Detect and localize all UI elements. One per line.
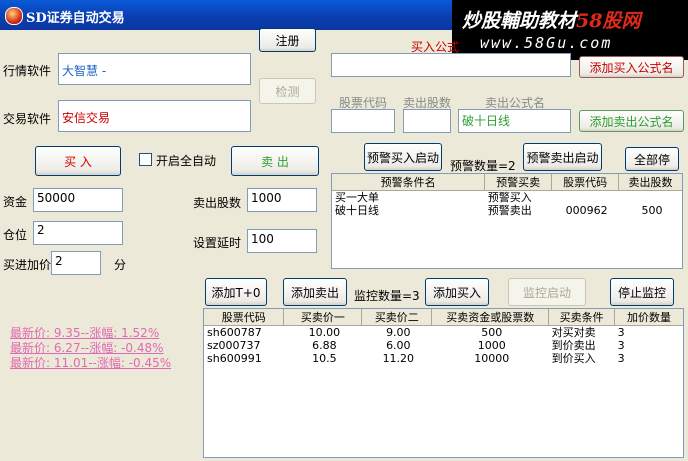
trade-software-field[interactable]: 安信交易 xyxy=(58,100,251,132)
capital-field[interactable]: 50000 xyxy=(33,188,123,212)
monitor-cell-condition: 到价买入 xyxy=(551,352,596,365)
add-sell-formula-button[interactable]: 添加卖出公式名 xyxy=(579,110,684,132)
monitor-cell-markup: 3 xyxy=(617,352,625,365)
monitor-start-button[interactable]: 监控启动 xyxy=(508,278,586,306)
monitor-header-code[interactable]: 股票代码 xyxy=(204,309,285,326)
warn-header-type[interactable]: 预警买卖 xyxy=(484,174,553,191)
watermark-text-b: 58股网 xyxy=(576,10,641,32)
warn-header-code[interactable]: 股票代码 xyxy=(551,174,620,191)
sell-shares-field[interactable]: 1000 xyxy=(247,188,317,212)
stop-monitor-button[interactable]: 停止监控 xyxy=(610,278,674,306)
warn-sell-start-button[interactable]: 预警卖出启动 xyxy=(523,143,602,171)
monitor-cell-condition: 对买对卖 xyxy=(551,326,596,339)
monitor-cell-amount: 500 xyxy=(481,326,503,339)
delay-field[interactable]: 100 xyxy=(247,229,317,253)
table-row[interactable]: sh600991 10.5 11.20 10000 到价买入 3 xyxy=(204,352,683,365)
app-icon xyxy=(5,7,23,25)
stock-code-field[interactable] xyxy=(331,109,395,133)
monitor-cell-code: sh600787 xyxy=(207,326,262,339)
watermark-line2: www.58Gu.com xyxy=(480,34,613,52)
buy-markup-label: 买进加价 xyxy=(3,258,52,272)
buy-button[interactable]: 买 入 xyxy=(35,146,121,176)
delay-label: 设置延时 xyxy=(193,236,242,250)
unit-fen-label: 分 xyxy=(114,258,127,272)
position-label: 仓位 xyxy=(3,228,28,242)
window-title: SD证券自动交易 xyxy=(26,11,125,26)
warn-cell-shares xyxy=(619,191,682,205)
table-row[interactable]: 破十日线 预警卖出 000962 500 xyxy=(332,204,682,217)
buy-markup-field[interactable]: 2 xyxy=(51,251,101,275)
warn-cell-shares: 500 xyxy=(641,204,663,217)
sell-button[interactable]: 卖 出 xyxy=(231,146,319,176)
monitor-cell-amount: 1000 xyxy=(477,339,506,352)
warn-cell-condition: 买一大单 xyxy=(335,191,379,204)
auto-start-label: 开启全自动 xyxy=(156,154,217,168)
quote-software-label: 行情软件 xyxy=(3,64,52,78)
warn-cell-code xyxy=(552,191,619,205)
add-t0-button[interactable]: 添加T+0 xyxy=(205,278,267,306)
warn-header-condition[interactable]: 预警条件名 xyxy=(332,174,486,191)
monitor-cell-price2: 9.00 xyxy=(386,326,411,339)
watermark-logo: 炒股輔助教材58股网 www.58Gu.com xyxy=(452,0,688,60)
monitor-cell-condition: 到价卖出 xyxy=(551,339,596,352)
table-row[interactable]: 买一大单 预警买入 xyxy=(332,191,682,205)
warn-buy-start-button[interactable]: 预警买入启动 xyxy=(364,143,442,171)
monitor-table[interactable]: 股票代码 买卖价一 买卖价二 买卖资金或股票数 买卖条件 加价数量 sh6007… xyxy=(203,308,684,458)
monitor-cell-price1: 10.5 xyxy=(312,352,337,365)
monitor-header-markup[interactable]: 加价数量 xyxy=(614,309,683,326)
monitor-count-label: 监控数量=3 xyxy=(354,289,420,303)
monitor-cell-markup: 3 xyxy=(617,339,625,352)
monitor-cell-price1: 10.00 xyxy=(308,326,341,339)
monitor-cell-price1: 6.88 xyxy=(312,339,337,352)
monitor-header-condition[interactable]: 买卖条件 xyxy=(548,309,616,326)
all-stop-button[interactable]: 全部停 xyxy=(625,147,679,171)
warn-count-label: 预警数量=2 xyxy=(450,159,516,173)
monitor-header-price2[interactable]: 买卖价二 xyxy=(361,309,433,326)
buy-formula-field[interactable] xyxy=(331,53,571,77)
watermark-line1: 炒股輔助教材58股网 xyxy=(462,6,640,33)
register-button[interactable]: 注册 xyxy=(259,28,316,52)
monitor-header-price1[interactable]: 买卖价一 xyxy=(283,309,363,326)
warn-cell-type: 预警卖出 xyxy=(487,204,532,217)
warn-table[interactable]: 预警条件名 预警买卖 股票代码 卖出股数 买一大单 预警买入 破十日线 预警卖出… xyxy=(331,173,683,269)
monitor-header-amount[interactable]: 买卖资金或股票数 xyxy=(431,309,550,326)
add-buy-button[interactable]: 添加买入 xyxy=(425,278,489,306)
quote-link[interactable]: 最新价: 11.01--涨幅: -0.45% xyxy=(10,354,171,371)
sell-formula-field[interactable]: 破十日线 xyxy=(458,109,571,133)
watermark-text-a: 炒股輔助教材 xyxy=(462,10,577,32)
detect-button[interactable]: 检测 xyxy=(259,78,316,104)
warn-header-shares[interactable]: 卖出股数 xyxy=(618,174,682,191)
warn-cell-type: 预警买入 xyxy=(487,191,532,204)
auto-start-checkbox[interactable] xyxy=(139,153,152,166)
monitor-cell-markup: 3 xyxy=(617,326,625,339)
quote-software-field[interactable]: 大智慧 - xyxy=(58,53,251,85)
monitor-cell-code: sh600991 xyxy=(207,352,262,365)
capital-label: 资金 xyxy=(3,195,28,209)
warn-cell-condition: 破十日线 xyxy=(335,204,379,217)
add-buy-formula-button[interactable]: 添加买入公式名 xyxy=(579,56,684,78)
monitor-cell-price2: 11.20 xyxy=(382,352,415,365)
table-row[interactable]: sz000737 6.88 6.00 1000 到价卖出 3 xyxy=(204,339,683,352)
monitor-cell-price2: 6.00 xyxy=(386,339,411,352)
monitor-cell-amount: 10000 xyxy=(474,352,510,365)
warn-cell-code: 000962 xyxy=(565,204,608,217)
monitor-cell-code: sz000737 xyxy=(207,339,261,352)
table-row[interactable]: sh600787 10.00 9.00 500 对买对卖 3 xyxy=(204,326,683,340)
sell-qty-field[interactable] xyxy=(403,109,451,133)
add-sell-button[interactable]: 添加卖出 xyxy=(283,278,347,306)
trade-software-label: 交易软件 xyxy=(3,112,52,126)
position-field[interactable]: 2 xyxy=(33,221,123,245)
sell-shares-label: 卖出股数 xyxy=(193,196,242,210)
